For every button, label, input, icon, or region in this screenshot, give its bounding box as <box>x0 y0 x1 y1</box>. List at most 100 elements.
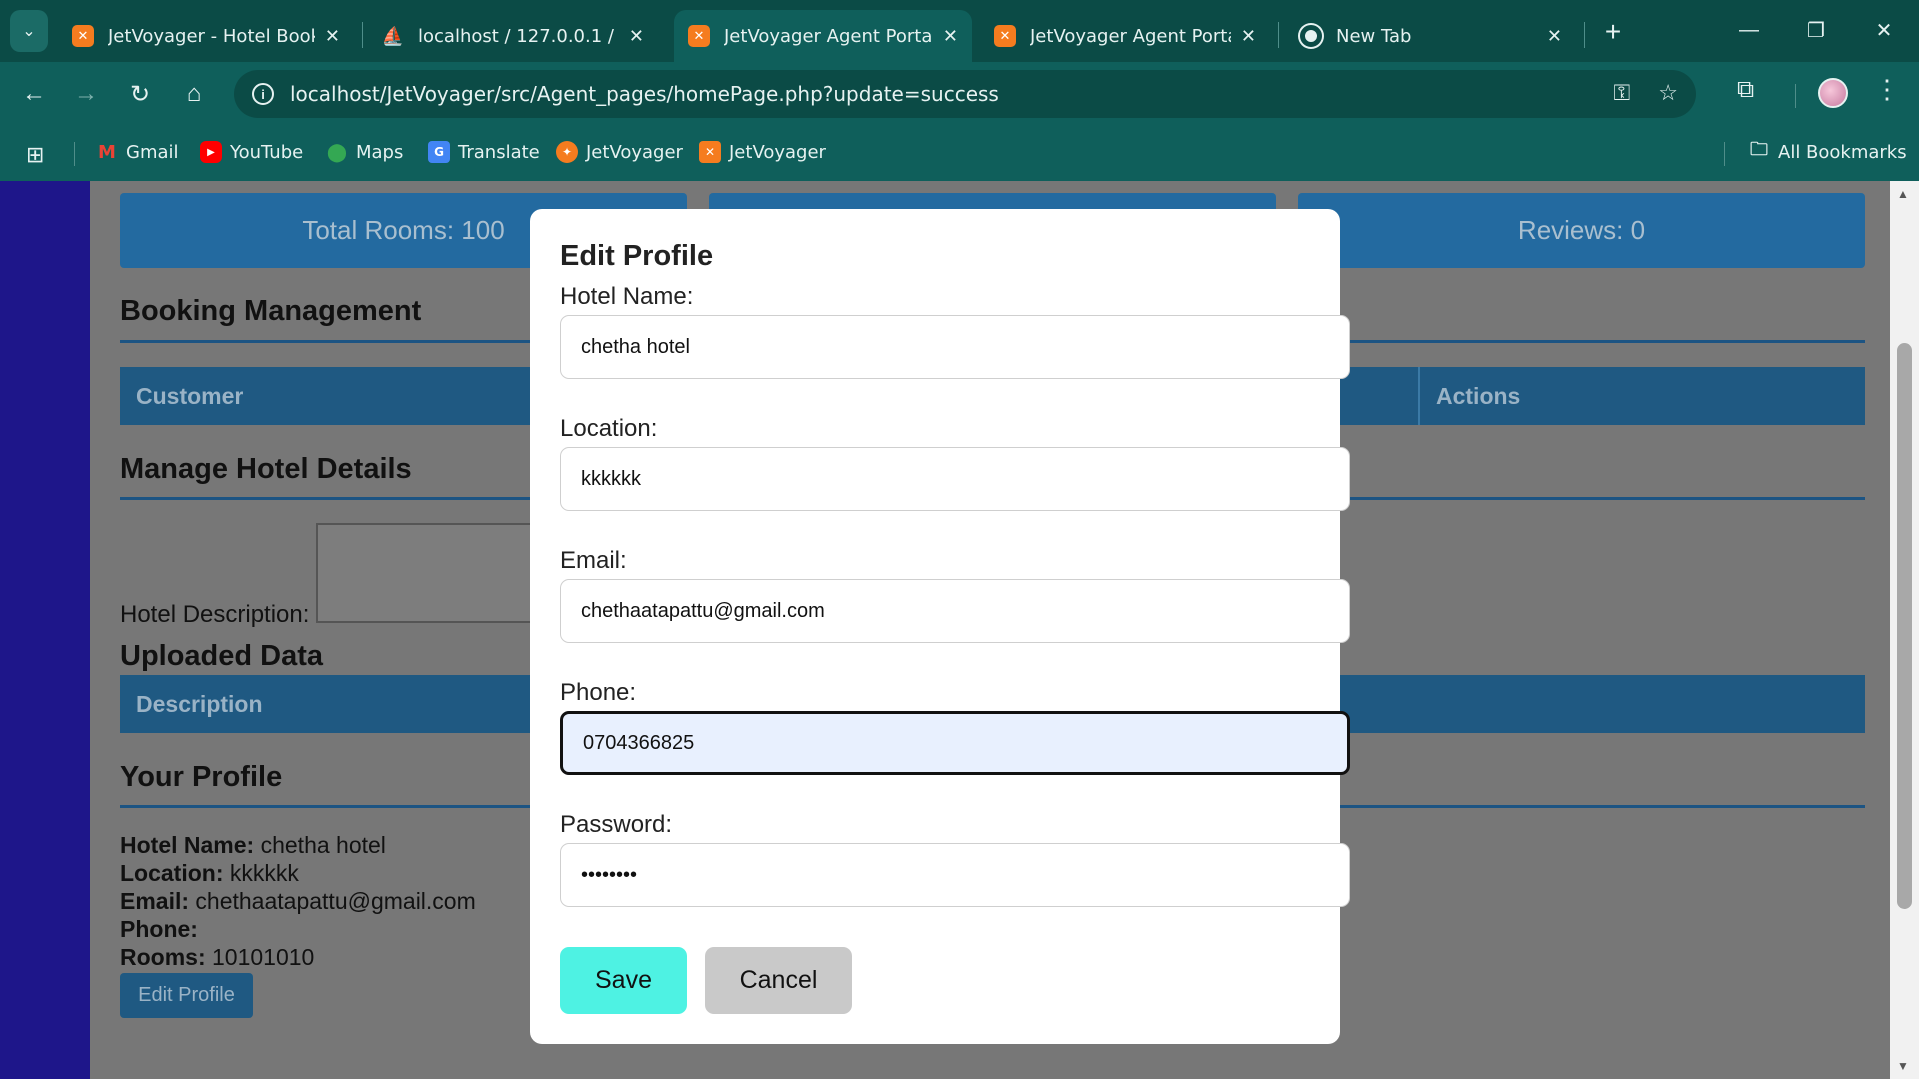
xampp-icon: ✕ <box>994 25 1016 47</box>
scroll-up-icon[interactable]: ▲ <box>1897 187 1909 201</box>
profile-phone-label: Phone: <box>120 916 198 942</box>
profile-phone: Phone: <box>120 916 198 943</box>
sidebar <box>0 181 90 1079</box>
tab-3-active[interactable]: ✕ JetVoyager Agent Portal ✕ <box>674 10 972 62</box>
bookmark-gmail[interactable]: M Gmail <box>96 136 178 168</box>
close-tab-icon[interactable]: ✕ <box>629 26 644 47</box>
close-tab-icon[interactable]: ✕ <box>325 26 340 47</box>
bookmarks-bar: ⊞ M Gmail ▶ YouTube ⬤ Maps G Translate ✦… <box>0 126 1919 181</box>
chrome-icon <box>1300 25 1322 47</box>
bookmark-divider <box>1724 142 1725 166</box>
bookmark-youtube[interactable]: ▶ YouTube <box>200 136 303 168</box>
bookmark-jetvoyager-1[interactable]: ✦ JetVoyager <box>556 136 683 168</box>
toolbar-divider <box>1795 84 1796 108</box>
location-input[interactable] <box>560 447 1350 511</box>
col-customer: Customer <box>136 382 244 409</box>
stat-reviews-text: Reviews: 0 <box>1517 215 1646 245</box>
close-tab-icon[interactable]: ✕ <box>1241 26 1256 47</box>
new-tab-button[interactable]: + <box>1595 14 1631 50</box>
bookmark-label: JetVoyager <box>586 141 683 163</box>
apps-grid-icon[interactable]: ⊞ <box>26 142 44 168</box>
home-icon: ⌂ <box>186 80 202 107</box>
close-tab-icon[interactable]: ✕ <box>1547 26 1562 47</box>
jetvoyager-icon: ✦ <box>556 141 578 163</box>
booking-management-title: Booking Management <box>120 295 422 327</box>
tab-1[interactable]: ✕ JetVoyager - Hotel Booki ✕ <box>58 10 354 62</box>
minimize-icon: — <box>1739 18 1759 41</box>
tab-divider <box>1584 22 1585 48</box>
hotel-name-label: Hotel Name: <box>560 283 694 310</box>
bookmark-maps[interactable]: ⬤ Maps <box>326 136 403 168</box>
location-label: Location: <box>560 415 658 442</box>
close-window-button[interactable]: ✕ <box>1855 10 1913 50</box>
profile-location: Location: kkkkkk <box>120 860 299 887</box>
bookmark-jetvoyager-2[interactable]: ✕ JetVoyager <box>699 136 826 168</box>
key-icon[interactable]: ⚿ <box>1614 80 1631 106</box>
restore-button[interactable]: ❐ <box>1787 10 1845 50</box>
site-info-icon[interactable]: i <box>252 83 274 105</box>
save-button[interactable]: Save <box>560 947 687 1014</box>
profile-location-label: Location: <box>120 860 224 886</box>
all-bookmarks-label: All Bookmarks <box>1778 141 1907 163</box>
gmail-icon: M <box>98 141 116 163</box>
bookmark-label: Translate <box>458 141 540 163</box>
arrow-right-icon: → <box>74 80 98 107</box>
profile-avatar[interactable] <box>1818 78 1848 108</box>
stat-reviews: Reviews: 0 <box>1298 193 1865 268</box>
reload-icon: ↻ <box>129 80 151 108</box>
navigation-bar: ← → ↻ ⌂ i localhost/JetVoyager/src/Agent… <box>0 62 1919 126</box>
bookmark-label: Maps <box>356 141 404 163</box>
all-bookmarks[interactable]: 🗀 All Bookmarks <box>1748 136 1907 168</box>
tab-title: JetVoyager Agent Portal <box>1030 25 1231 47</box>
cancel-button[interactable]: Cancel <box>705 947 852 1014</box>
tab-strip: ⌄ ✕ JetVoyager - Hotel Booki ✕ ⛵ localho… <box>0 0 1919 62</box>
profile-location-value: kkkkkk <box>229 860 299 886</box>
bookmark-divider <box>74 142 75 166</box>
hotel-description-textarea[interactable] <box>316 523 556 623</box>
extensions-icon[interactable]: ⧉ <box>1737 76 1754 104</box>
phpmyadmin-icon: ⛵ <box>381 25 405 47</box>
tab-divider <box>1278 22 1279 48</box>
minimize-button[interactable]: — <box>1720 10 1778 50</box>
phone-label: Phone: <box>560 679 637 706</box>
col-actions: Actions <box>1436 382 1521 409</box>
bookmark-translate[interactable]: G Translate <box>428 136 540 168</box>
maps-icon: ⬤ <box>326 141 348 163</box>
profile-email-label: Email: <box>120 888 190 914</box>
email-label: Email: <box>560 547 627 574</box>
url-text[interactable]: localhost/JetVoyager/src/Agent_pages/hom… <box>290 82 999 106</box>
edit-profile-modal: Edit Profile Hotel Name: Location: Email… <box>530 209 1350 1044</box>
forward-button[interactable]: → <box>66 74 106 114</box>
star-icon[interactable]: ☆ <box>1658 80 1678 106</box>
hotel-name-input[interactable] <box>560 315 1350 379</box>
profile-email-value: chethaatapattu@gmail.com <box>195 888 476 914</box>
address-bar[interactable]: i localhost/JetVoyager/src/Agent_pages/h… <box>234 70 1696 118</box>
password-input[interactable] <box>560 843 1350 907</box>
reload-button[interactable]: ↻ <box>120 74 160 114</box>
back-button[interactable]: ← <box>14 74 54 114</box>
edit-profile-button[interactable]: Edit Profile <box>120 973 253 1018</box>
profile-rooms-label: Rooms: <box>120 944 206 970</box>
hotel-description-label: Hotel Description: <box>120 601 310 628</box>
email-input[interactable] <box>560 579 1350 643</box>
youtube-icon: ▶ <box>200 141 222 163</box>
tab-5[interactable]: New Tab ✕ <box>1286 10 1576 62</box>
home-button[interactable]: ⌂ <box>174 74 214 114</box>
folder-icon: 🗀 <box>1750 139 1768 160</box>
your-profile-title: Your Profile <box>120 761 283 793</box>
scroll-down-icon[interactable]: ▼ <box>1897 1059 1909 1073</box>
page-scrollbar[interactable]: ▲ ▼ <box>1890 181 1919 1079</box>
phone-input[interactable] <box>560 711 1350 775</box>
close-icon: ✕ <box>1875 19 1893 42</box>
tab-search-button[interactable]: ⌄ <box>10 10 48 52</box>
profile-hotel-name: Hotel Name: chetha hotel <box>120 832 386 859</box>
more-menu-icon[interactable]: ⋮ <box>1874 74 1900 105</box>
tab-title: localhost / 127.0.0.1 / jet <box>418 25 619 47</box>
profile-rooms-value: 10101010 <box>212 944 315 970</box>
close-tab-icon[interactable]: ✕ <box>943 26 958 47</box>
tab-2[interactable]: ⛵ localhost / 127.0.0.1 / jet ✕ <box>368 10 658 62</box>
bookmark-label: JetVoyager <box>729 141 826 163</box>
tab-4[interactable]: ✕ JetVoyager Agent Portal ✕ <box>980 10 1270 62</box>
scroll-thumb[interactable] <box>1897 343 1912 909</box>
profile-rooms: Rooms: 10101010 <box>120 944 314 971</box>
